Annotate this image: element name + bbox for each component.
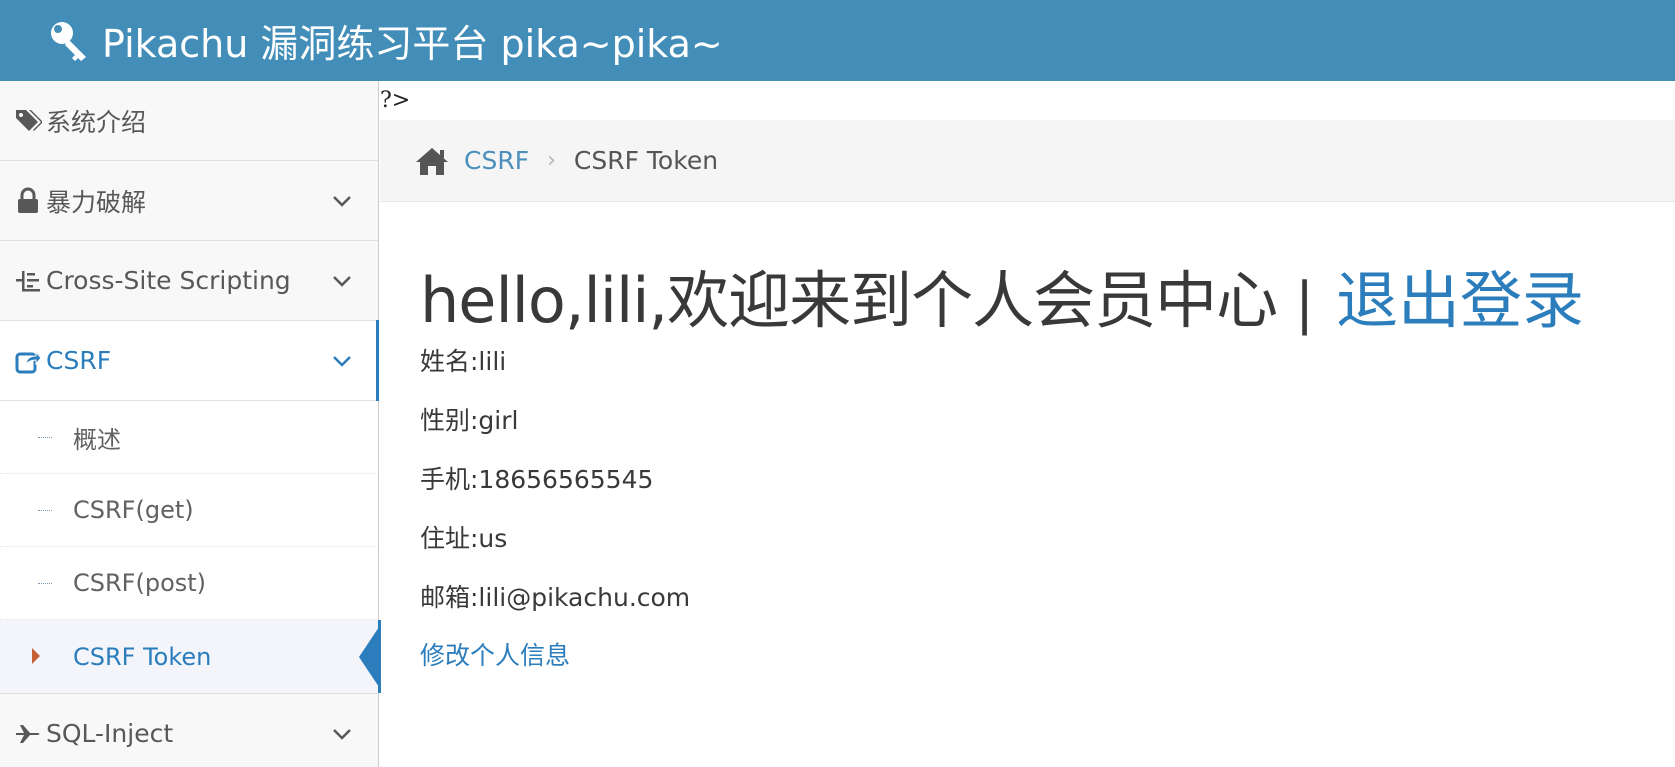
submenu-item-csrf-token[interactable]: CSRF Token bbox=[0, 620, 381, 693]
submenu-item-label: CSRF Token bbox=[73, 642, 212, 671]
lock-icon bbox=[12, 187, 44, 215]
sidebar-item-label: 系统介绍 bbox=[46, 107, 147, 137]
top-navbar: Pikachu 漏洞练习平台 pika~pika~ bbox=[0, 0, 1675, 81]
info-phone: 手机:18656565545 bbox=[420, 464, 654, 494]
tags-icon bbox=[12, 107, 44, 135]
brand[interactable]: Pikachu 漏洞练习平台 pika~pika~ bbox=[46, 13, 723, 68]
home-icon[interactable] bbox=[414, 145, 450, 177]
sidebar-item-csrf[interactable]: CSRF bbox=[0, 320, 379, 401]
edit-profile-link[interactable]: 修改个人信息 bbox=[420, 625, 1660, 683]
csrf-submenu: 概述 CSRF(get) CSRF(post) CSRF Token bbox=[0, 401, 381, 694]
sidebar-item-label: CSRF bbox=[46, 346, 112, 375]
key-icon bbox=[46, 17, 102, 65]
submenu-item-label: CSRF(post) bbox=[73, 569, 207, 597]
xss-icon bbox=[12, 267, 44, 295]
submenu-item-label: CSRF(get) bbox=[73, 496, 194, 524]
submenu-item-csrf-get[interactable]: CSRF(get) bbox=[0, 474, 378, 547]
breadcrumb: CSRF › CSRF Token bbox=[380, 120, 1675, 202]
breadcrumb-separator: › bbox=[547, 148, 556, 173]
sidebar-item-xss[interactable]: Cross-Site Scripting bbox=[0, 241, 378, 321]
sidebar-item-label: Cross-Site Scripting bbox=[46, 266, 291, 295]
share-square-icon bbox=[12, 347, 44, 375]
sidebar-item-label: SQL-Inject bbox=[46, 719, 174, 748]
stray-text: ?> bbox=[380, 88, 411, 113]
title-divider: | bbox=[1295, 271, 1315, 336]
info-email: 邮箱:lili@pikachu.com bbox=[420, 582, 691, 612]
sidebar: 系统介绍 暴力破解 Cross-Site Scripting CSRF 概述 C… bbox=[0, 81, 381, 767]
submenu-item-label: 概述 bbox=[73, 425, 121, 454]
chevron-down-icon bbox=[333, 728, 351, 740]
breadcrumb-current: CSRF Token bbox=[573, 146, 719, 175]
page-title: hello,lili,欢迎来到个人会员中心 | 退出登录 bbox=[420, 250, 1660, 337]
chevron-down-icon bbox=[333, 355, 351, 367]
active-pointer-icon bbox=[359, 627, 379, 687]
info-address: 住址:us bbox=[420, 523, 508, 553]
submenu-item-csrf-post[interactable]: CSRF(post) bbox=[0, 547, 378, 620]
sidebar-item-label: 暴力破解 bbox=[46, 187, 147, 217]
breadcrumb-link-csrf[interactable]: CSRF bbox=[464, 146, 529, 175]
sidebar-item-sqli[interactable]: SQL-Inject bbox=[0, 694, 378, 767]
caret-right-icon bbox=[32, 648, 40, 664]
submenu-item-overview[interactable]: 概述 bbox=[0, 401, 378, 474]
sidebar-item-bruteforce[interactable]: 暴力破解 bbox=[0, 161, 378, 241]
logout-link[interactable]: 退出登录 bbox=[1336, 250, 1584, 340]
chevron-down-icon bbox=[333, 195, 351, 207]
plane-icon bbox=[12, 720, 44, 748]
info-gender: 性别:girl bbox=[420, 405, 519, 435]
sidebar-item-intro[interactable]: 系统介绍 bbox=[0, 81, 378, 161]
brand-title: Pikachu 漏洞练习平台 pika~pika~ bbox=[102, 22, 723, 66]
chevron-down-icon bbox=[333, 275, 351, 287]
greeting-text: hello,lili,欢迎来到个人会员中心 bbox=[420, 264, 1278, 337]
main-content: hello,lili,欢迎来到个人会员中心 | 退出登录 姓名:lili 性别:… bbox=[420, 250, 1660, 683]
